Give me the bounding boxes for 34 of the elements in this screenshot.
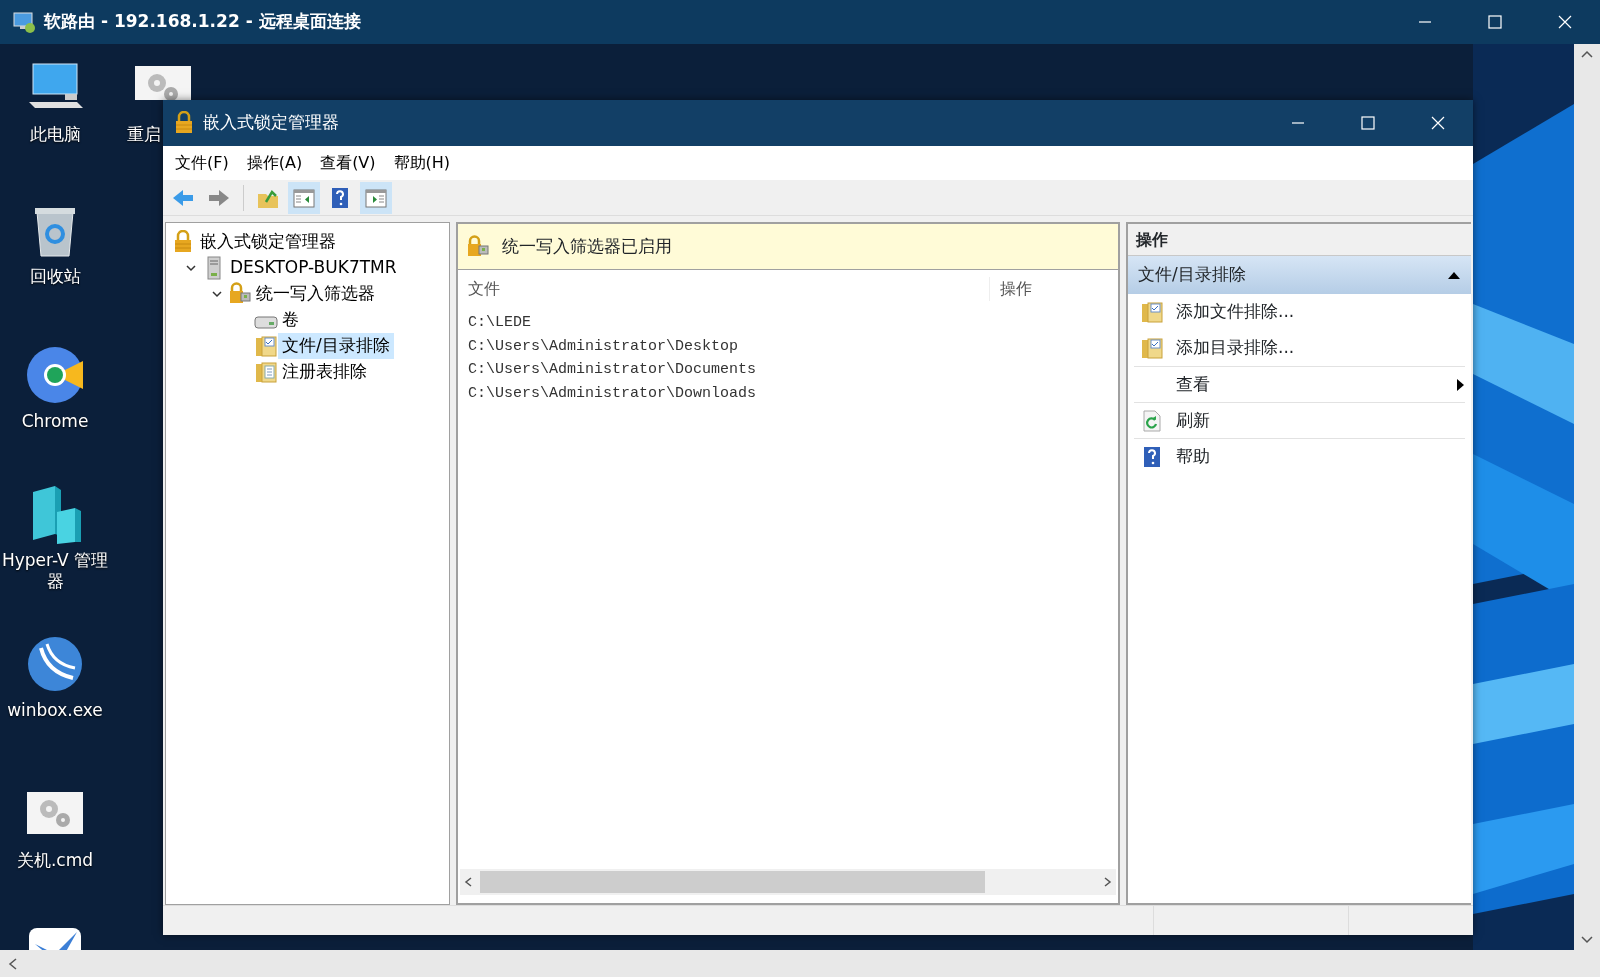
menu-item[interactable]: 查看(V)	[314, 149, 382, 177]
icon-label: Chrome	[21, 411, 89, 433]
action-item[interactable]: 添加目录排除...	[1134, 330, 1465, 366]
panel-title: 操作	[1136, 228, 1168, 251]
window-title: 嵌入式锁定管理器	[203, 111, 339, 135]
action-item[interactable]: 帮助	[1134, 438, 1465, 474]
tree-item[interactable]: DESKTOP-BUK7TMR	[226, 255, 401, 281]
section-header[interactable]: 文件/目录排除	[1128, 256, 1471, 294]
column-header[interactable]: 文件	[458, 277, 990, 301]
icon-label: 关机.cmd	[16, 850, 94, 872]
tree-item[interactable]: 统一写入筛选器	[252, 281, 379, 307]
action-item[interactable]: 刷新	[1134, 402, 1465, 438]
list-item[interactable]: C:\LEDE	[458, 312, 1118, 336]
action-item[interactable]: 添加文件排除...	[1134, 294, 1465, 330]
section-title: 文件/目录排除	[1138, 263, 1246, 287]
tree-item[interactable]: 卷	[278, 307, 303, 333]
column-header[interactable]: 操作	[990, 277, 1032, 301]
icon-label: winbox.exe	[7, 700, 103, 722]
tree-item[interactable]: 注册表排除	[278, 359, 371, 385]
window-title: 软路由 - 192.168.1.22 - 远程桌面连接	[44, 10, 361, 34]
list-item[interactable]: C:\Users\Administrator\Downloads	[458, 382, 1118, 406]
action-item[interactable]: 查看	[1134, 366, 1465, 402]
icon-label: 回收站	[29, 266, 81, 288]
icon-label: 重启	[127, 124, 161, 146]
list-item[interactable]: C:\Users\Administrator\Desktop	[458, 335, 1118, 359]
tree-item[interactable]: 嵌入式锁定管理器	[196, 229, 340, 255]
menu-item[interactable]: 文件(F)	[169, 149, 235, 177]
menu-item[interactable]: 帮助(H)	[387, 149, 457, 177]
icon-label: 此电脑	[29, 124, 81, 146]
list-item[interactable]: C:\Users\Administrator\Documents	[458, 359, 1118, 383]
banner-text: 统一写入筛选器已启用	[502, 234, 672, 258]
icon-label: Hyper-V 管理器	[0, 550, 110, 593]
menu-item[interactable]: 操作(A)	[240, 149, 309, 177]
tree-item[interactable]: 文件/目录排除	[278, 333, 394, 359]
